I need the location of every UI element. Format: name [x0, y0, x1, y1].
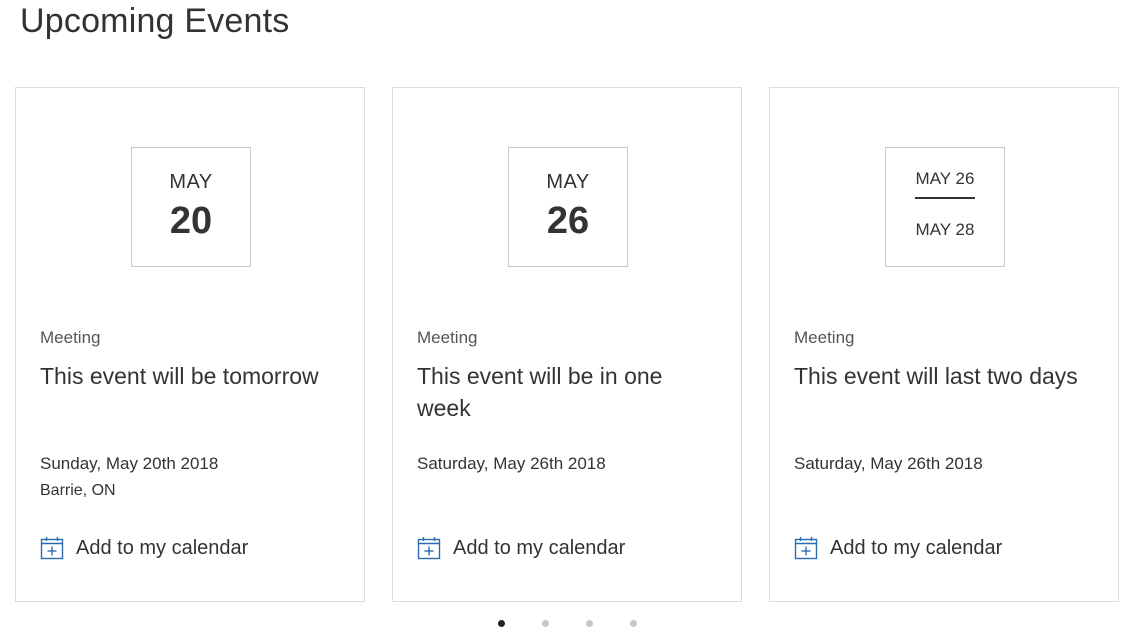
add-to-calendar-button[interactable]: Add to my calendar: [794, 536, 1002, 560]
page-title: Upcoming Events: [20, 2, 290, 40]
event-title[interactable]: This event will be in one week: [417, 360, 722, 424]
date-range-box: MAY 26 MAY 28: [885, 147, 1005, 267]
event-date: Saturday, May 26th 2018: [794, 454, 983, 473]
event-card[interactable]: MAY 26 Meeting This event will be in one…: [392, 87, 742, 602]
date-day: 26: [546, 200, 590, 242]
event-title[interactable]: This event will last two days: [794, 360, 1099, 392]
event-date: Sunday, May 20th 2018: [40, 454, 219, 473]
calendar-add-icon: [417, 537, 441, 560]
add-to-calendar-button[interactable]: Add to my calendar: [40, 536, 248, 560]
event-location: Barrie, ON: [40, 482, 116, 499]
event-date: Saturday, May 26th 2018: [417, 454, 606, 473]
date-range-separator: [915, 197, 975, 199]
event-title[interactable]: This event will be tomorrow: [40, 360, 345, 392]
pagination-dot-1[interactable]: [498, 620, 505, 627]
event-cards: MAY 20 Meeting This event will be tomorr…: [15, 87, 1119, 602]
calendar-add-icon: [40, 537, 64, 560]
pagination-dot-4[interactable]: [630, 620, 637, 627]
carousel-pagination: [498, 620, 637, 627]
add-to-calendar-button[interactable]: Add to my calendar: [417, 536, 625, 560]
date-range-end: MAY 28: [915, 220, 975, 239]
date-day: 20: [169, 200, 213, 242]
calendar-add-icon: [794, 537, 818, 560]
date-month: MAY: [546, 171, 590, 193]
event-category: Meeting: [417, 328, 478, 347]
pagination-dot-3[interactable]: [586, 620, 593, 627]
date-range-start: MAY 26: [915, 169, 975, 188]
add-to-calendar-label: Add to my calendar: [830, 536, 1003, 559]
event-card[interactable]: MAY 20 Meeting This event will be tomorr…: [15, 87, 365, 602]
add-to-calendar-label: Add to my calendar: [453, 536, 626, 559]
event-category: Meeting: [40, 328, 101, 347]
date-box: MAY 26: [508, 147, 628, 267]
date-month: MAY: [169, 171, 213, 193]
pagination-dot-2[interactable]: [542, 620, 549, 627]
add-to-calendar-label: Add to my calendar: [76, 536, 249, 559]
event-card[interactable]: MAY 26 MAY 28 Meeting This event will la…: [769, 87, 1119, 602]
event-category: Meeting: [794, 328, 855, 347]
date-box: MAY 20: [131, 147, 251, 267]
